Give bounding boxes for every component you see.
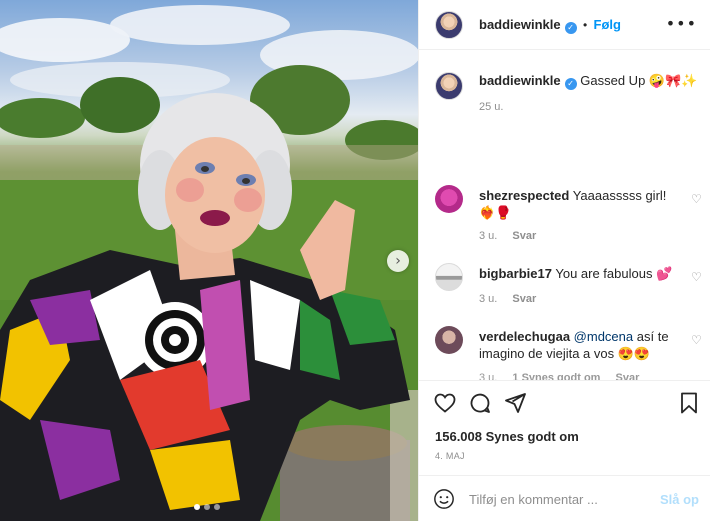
comment-input[interactable]: [469, 488, 649, 510]
follow-button[interactable]: Følg: [594, 17, 621, 32]
header-user: baddiewinkle ✓ • Følg: [479, 17, 621, 34]
carousel-dot: [214, 504, 220, 510]
avatar[interactable]: [435, 185, 463, 213]
caption-username[interactable]: baddiewinkle: [479, 73, 561, 88]
comment-username[interactable]: shezrespected: [479, 188, 569, 203]
post-comment-button[interactable]: Slå op: [660, 492, 699, 507]
carousel-dot: [194, 504, 200, 510]
bookmark-icon[interactable]: [677, 391, 701, 415]
comment-username[interactable]: verdelechugaa: [479, 329, 570, 344]
likes-count[interactable]: 156.008 Synes godt om: [435, 429, 579, 444]
post-date[interactable]: 4. MAJ: [435, 451, 465, 461]
comment-meta: 3 u. Svar: [479, 230, 548, 242]
comment-text: shezrespected Yaaaasssss girl! ❤️‍🔥🥊: [479, 187, 679, 221]
more-options-icon[interactable]: •••: [666, 14, 697, 33]
comment-meta: 3 u. Svar: [479, 293, 548, 305]
heart-icon[interactable]: [433, 391, 457, 415]
comment-username[interactable]: bigbarbie17: [479, 266, 552, 281]
comment-body: You are fabulous 💕: [555, 266, 673, 281]
heart-icon[interactable]: ♡: [691, 270, 702, 284]
reply-button[interactable]: Svar: [512, 230, 536, 242]
share-icon[interactable]: [503, 391, 527, 415]
comment-time[interactable]: 3 u.: [479, 293, 497, 305]
verified-badge-icon: ✓: [564, 78, 577, 90]
verified-badge-icon: ✓: [564, 22, 577, 34]
caption-text: baddiewinkle ✓ Gassed Up 🤪🎀✨: [479, 73, 697, 90]
avatar[interactable]: [435, 326, 463, 354]
avatar[interactable]: [435, 263, 463, 291]
heart-icon[interactable]: ♡: [691, 333, 702, 347]
avatar[interactable]: [435, 72, 463, 100]
post-actions: 156.008 Synes godt om 4. MAJ Slå op: [419, 380, 710, 520]
avatar[interactable]: [435, 11, 463, 39]
caption-body: Gassed Up 🤪🎀✨: [580, 73, 698, 88]
emoji-icon[interactable]: [433, 488, 455, 510]
header-separator: •: [582, 18, 588, 32]
carousel-dots: [194, 504, 220, 510]
reply-button[interactable]: Svar: [512, 293, 536, 305]
post-detail-panel: baddiewinkle ✓ • Følg ••• baddiewinkle ✓ G…: [418, 0, 710, 521]
photo-illustration: [0, 5, 418, 521]
post-photo[interactable]: ›: [0, 0, 418, 521]
comment-text: verdelechugaa @mdcena así te imagino de …: [479, 328, 679, 362]
comment-time[interactable]: 3 u.: [479, 230, 497, 242]
caption-timestamp[interactable]: 25 u.: [479, 101, 503, 113]
comment-text: bigbarbie17 You are fabulous 💕: [479, 265, 679, 282]
heart-icon[interactable]: ♡: [691, 192, 702, 206]
username-link[interactable]: baddiewinkle: [479, 17, 561, 32]
carousel-next-button[interactable]: ›: [387, 250, 409, 272]
post-header: baddiewinkle ✓ • Følg •••: [419, 0, 710, 50]
carousel-dot: [204, 504, 210, 510]
comment-icon[interactable]: [468, 391, 492, 415]
add-comment-bar: Slå op: [419, 475, 710, 521]
comment-mention[interactable]: @mdcena: [574, 329, 633, 344]
